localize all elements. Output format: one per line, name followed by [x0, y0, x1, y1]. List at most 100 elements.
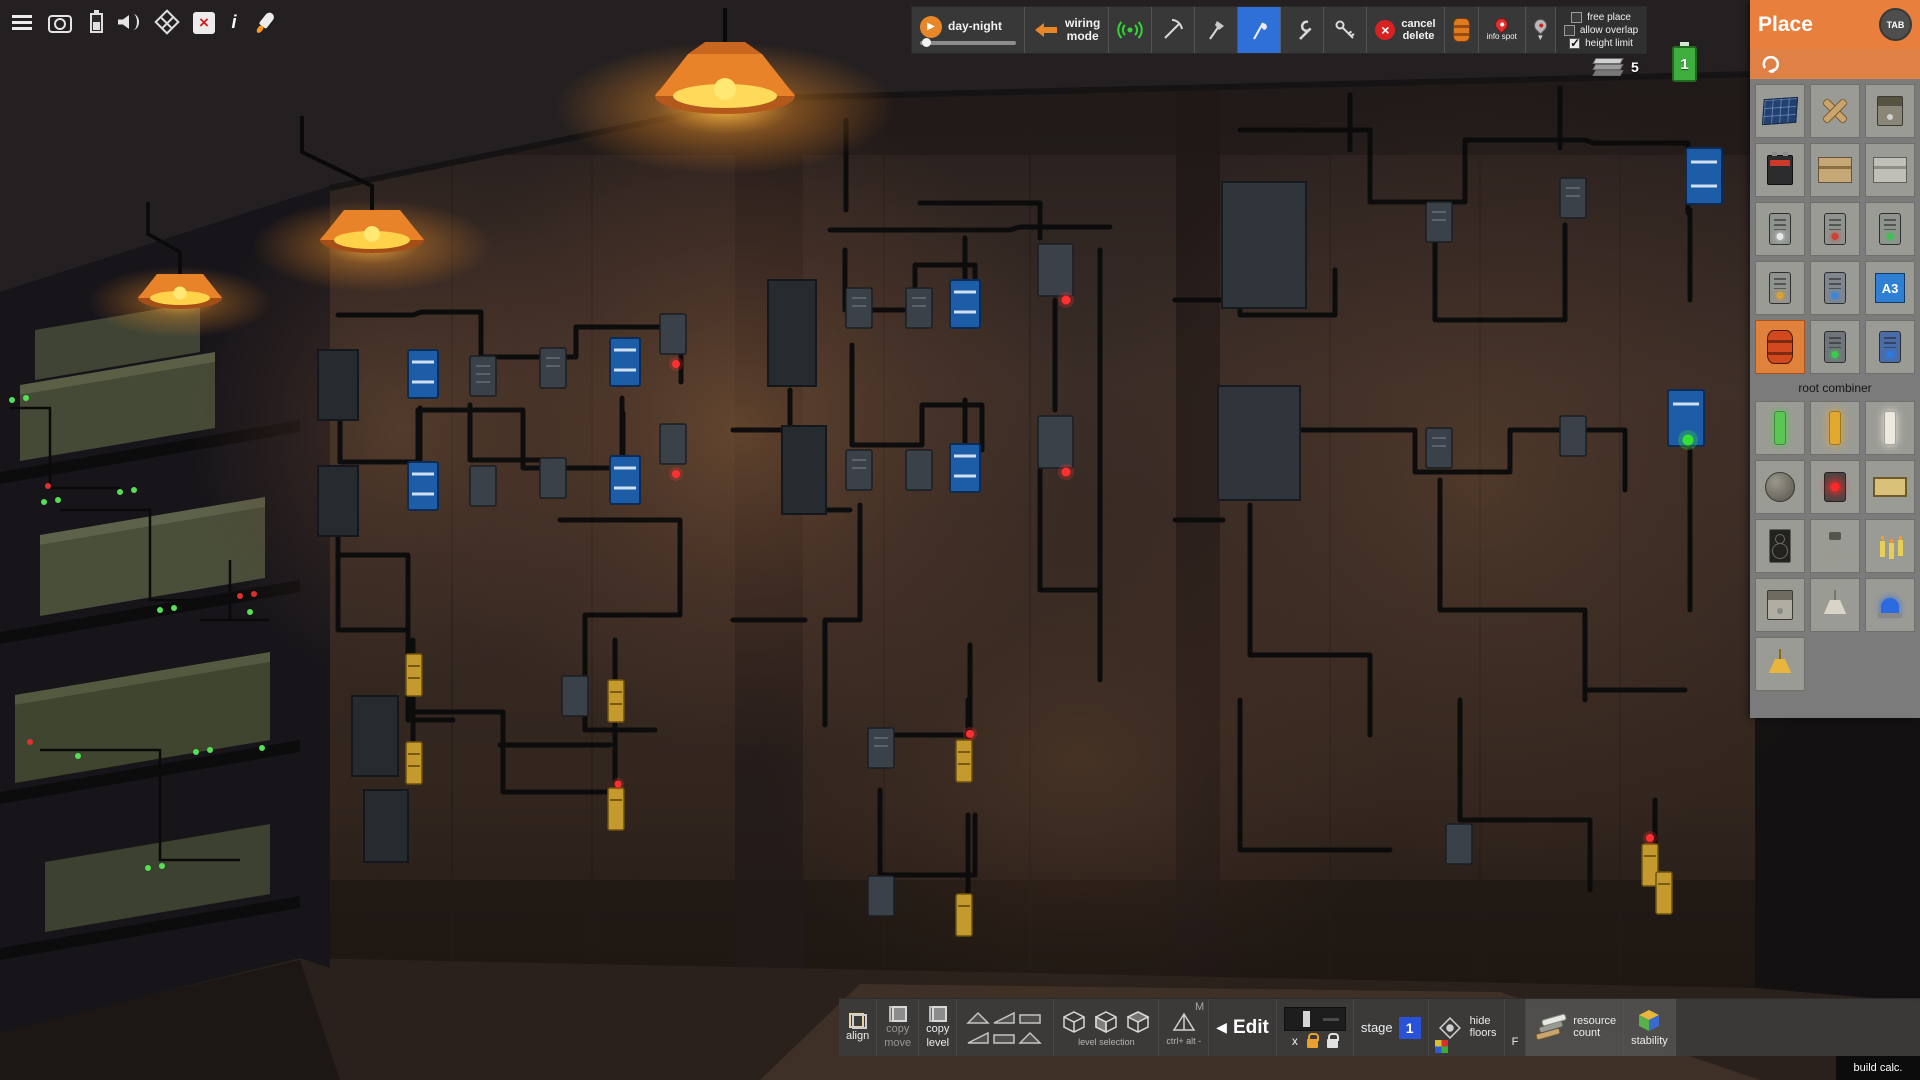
wiring-mode-button[interactable]: wiring mode — [1025, 7, 1109, 53]
tile-round-gray-item[interactable] — [1755, 460, 1805, 514]
x-label[interactable]: x — [1292, 1034, 1298, 1048]
tile-component-red-led[interactable] — [1810, 202, 1860, 256]
stack-icon — [1594, 58, 1624, 76]
pyramid-tool[interactable]: M ctrl+ alt - — [1159, 999, 1209, 1056]
hatchet-tool-button[interactable] — [1195, 7, 1238, 53]
tile-yellow-light-bar[interactable] — [1810, 401, 1860, 455]
stability-button[interactable]: stability — [1624, 999, 1676, 1056]
timeline-scrubber[interactable] — [1284, 1007, 1346, 1031]
tile-root-combiner[interactable] — [1755, 320, 1805, 374]
tile-a3-component[interactable]: A3 — [1865, 261, 1915, 315]
tile-component-blue-led[interactable] — [1810, 261, 1860, 315]
scene-3d-viewport[interactable] — [0, 0, 1920, 1080]
checkbox-free-place[interactable]: free place — [1571, 12, 1631, 23]
tile-large-battery[interactable] — [1755, 143, 1805, 197]
item-icon — [1763, 647, 1797, 681]
hide-floors-button[interactable]: hide floors — [1429, 999, 1505, 1056]
palette-eye-icon[interactable] — [1435, 1040, 1448, 1053]
checkbox-box[interactable] — [1571, 12, 1582, 23]
stage-value[interactable]: 1 — [1399, 1017, 1421, 1039]
terrain-tool-button-selected[interactable] — [1238, 7, 1281, 53]
rocket-icon[interactable] — [248, 5, 282, 39]
battery-icon[interactable] — [90, 13, 103, 33]
checkbox-allow-overlap[interactable]: allow overlap — [1564, 25, 1638, 36]
tile-white-light-bar[interactable] — [1865, 401, 1915, 455]
tile-solar-panel[interactable] — [1755, 84, 1805, 138]
tile-component-yellow-led[interactable] — [1755, 261, 1805, 315]
stage-label: stage — [1361, 1021, 1393, 1035]
resource-count-button[interactable]: resource count — [1526, 999, 1624, 1056]
info-icon[interactable]: i — [229, 10, 239, 34]
f-shortcut[interactable]: F — [1505, 999, 1527, 1056]
tile-smart-switch[interactable] — [1810, 320, 1860, 374]
cancel-label: cancel — [1401, 18, 1435, 30]
pickaxe-tool-button[interactable] — [1152, 7, 1195, 53]
block-icon-3[interactable] — [1125, 1009, 1151, 1035]
tile-candles[interactable] — [1865, 519, 1915, 573]
edit-label: Edit — [1233, 1017, 1269, 1039]
item-icon — [1767, 330, 1793, 364]
tab-button[interactable]: TAB — [1879, 8, 1912, 41]
level-selection-label: level selection — [1078, 1037, 1135, 1047]
copy-move-button[interactable]: copy move — [877, 999, 919, 1056]
screenshot-icon[interactable] — [48, 15, 72, 33]
workshop-icon[interactable] — [154, 9, 179, 34]
tile-blue-siren-light[interactable] — [1865, 578, 1915, 632]
top-left-icon-strip: × i — [10, 8, 277, 36]
tile-component-green-led[interactable] — [1865, 202, 1915, 256]
tile-metal-storage-box[interactable] — [1865, 143, 1915, 197]
checkbox-box[interactable] — [1564, 25, 1575, 36]
close-icon[interactable]: × — [193, 12, 215, 34]
day-night-control[interactable]: ▶ day-night — [912, 7, 1025, 53]
tile-small-generator[interactable] — [1865, 84, 1915, 138]
item-icon — [1824, 272, 1846, 304]
tile-red-flasher-light[interactable] — [1810, 460, 1860, 514]
barrel-tool-button[interactable] — [1445, 7, 1479, 53]
item-icon — [1767, 590, 1793, 620]
block-icon-2[interactable] — [1093, 1009, 1119, 1035]
item-icon — [1774, 411, 1786, 445]
item-icon — [1824, 213, 1846, 245]
tile-hanging-lamp[interactable] — [1810, 578, 1860, 632]
lock-icon-white[interactable] — [1327, 1039, 1338, 1048]
wrench-tool-button[interactable] — [1281, 7, 1324, 53]
build-calc-bar[interactable]: build calc. — [1836, 1056, 1920, 1080]
key-tool-button[interactable] — [1324, 7, 1367, 53]
play-icon[interactable]: ▶ — [920, 16, 942, 38]
roof-shapes-tools[interactable] — [957, 999, 1054, 1056]
tile-yellow-flasher-lamp[interactable] — [1755, 637, 1805, 691]
checkbox-box[interactable] — [1569, 38, 1580, 49]
menu-icon[interactable] — [10, 10, 34, 34]
key-icon — [1332, 17, 1358, 43]
edit-mode-button[interactable]: ◀ Edit — [1209, 999, 1277, 1056]
day-night-slider[interactable] — [920, 41, 1016, 45]
edit-back-arrow-icon[interactable]: ◀ — [1216, 1019, 1227, 1036]
tile-speaker[interactable] — [1755, 519, 1805, 573]
m-label: M — [1195, 1001, 1204, 1013]
rotate-arrow-icon[interactable] — [1760, 55, 1784, 73]
stack-counter: 5 — [1594, 58, 1639, 76]
info-spot-button[interactable]: info spot — [1479, 7, 1526, 53]
tile-white-component[interactable] — [1755, 578, 1805, 632]
tile-green-light-bar[interactable] — [1755, 401, 1805, 455]
tile-wooden-sign[interactable] — [1865, 460, 1915, 514]
count-label: count — [1573, 1028, 1600, 1040]
floors-label: floors — [1470, 1028, 1497, 1040]
tile-wind-turbine[interactable] — [1810, 84, 1860, 138]
battery-counter: 1 — [1672, 46, 1697, 82]
antenna-tool-button[interactable] — [1109, 7, 1152, 53]
align-button[interactable]: align — [839, 999, 877, 1056]
tile-component-white-led[interactable] — [1755, 202, 1805, 256]
item-icon — [1879, 331, 1901, 363]
block-icon-1[interactable] — [1061, 1009, 1087, 1035]
stage-selector[interactable]: stage 1 — [1354, 999, 1429, 1056]
lock-icon-orange[interactable] — [1307, 1039, 1318, 1048]
tile-tripod-spotlight[interactable] — [1810, 519, 1860, 573]
checkbox-height-limit[interactable]: height limit — [1569, 38, 1633, 49]
copy-level-button[interactable]: copy level — [919, 999, 957, 1056]
pin-dropdown-button[interactable]: ▼ — [1526, 7, 1556, 53]
sound-icon[interactable] — [117, 10, 141, 34]
tile-wooden-storage-box[interactable] — [1810, 143, 1860, 197]
cancel-delete-button[interactable]: × cancel delete — [1367, 7, 1444, 53]
tile-smart-alarm[interactable] — [1865, 320, 1915, 374]
